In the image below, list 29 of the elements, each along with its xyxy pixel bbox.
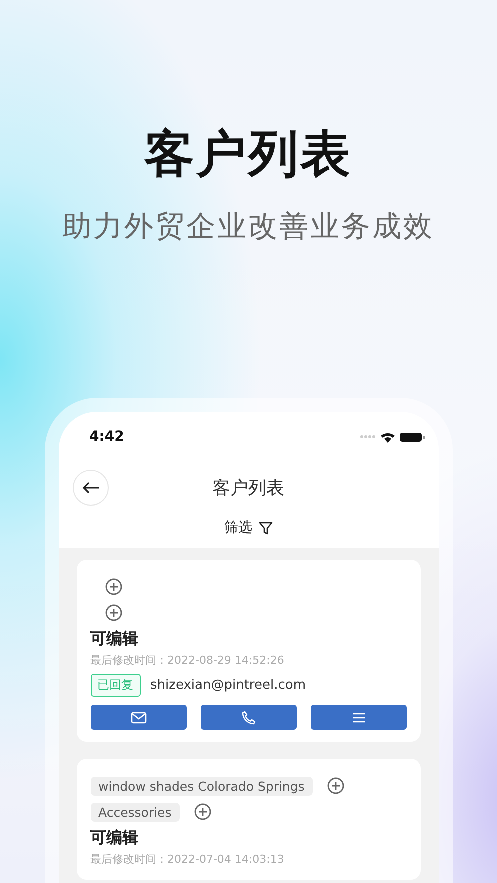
add-tag-icon[interactable] [104, 578, 122, 596]
wifi-icon [380, 432, 394, 442]
menu-icon [352, 712, 366, 722]
phone-button[interactable] [200, 705, 296, 730]
customer-tag: window shades Colorado Springs [90, 776, 313, 796]
filter-icon [258, 522, 272, 534]
add-tag-icon[interactable] [326, 777, 345, 795]
mail-button[interactable] [90, 705, 186, 730]
add-tag-icon[interactable] [104, 604, 122, 622]
customer-tag: Accessories [90, 802, 180, 822]
back-button[interactable] [72, 470, 108, 506]
customer-name: 可编辑 [90, 628, 140, 650]
subheadline: 助力外贸企业改善业务成效 [62, 208, 434, 245]
phone-icon [242, 710, 256, 724]
status-time: 4:42 [90, 429, 124, 445]
customer-email: shizexian@pintreel.com [150, 678, 306, 693]
modified-time: 最后修改时间：2022-07-04 14:03:13 [90, 852, 286, 868]
status-badge: 已回复 [90, 674, 140, 697]
modified-time: 最后修改时间：2022-08-29 14:52:26 [90, 653, 286, 669]
filter-button[interactable]: 筛选 [224, 516, 272, 540]
customer-name: 可编辑 [90, 827, 140, 849]
menu-button[interactable] [310, 705, 406, 730]
back-arrow-icon [82, 482, 100, 494]
screen-title: 客户列表 [212, 477, 284, 500]
add-tag-icon[interactable] [194, 803, 212, 821]
mail-icon [130, 712, 146, 724]
headline: 客户列表 [144, 124, 352, 185]
signal-icon [360, 435, 376, 439]
battery-icon [400, 432, 424, 442]
